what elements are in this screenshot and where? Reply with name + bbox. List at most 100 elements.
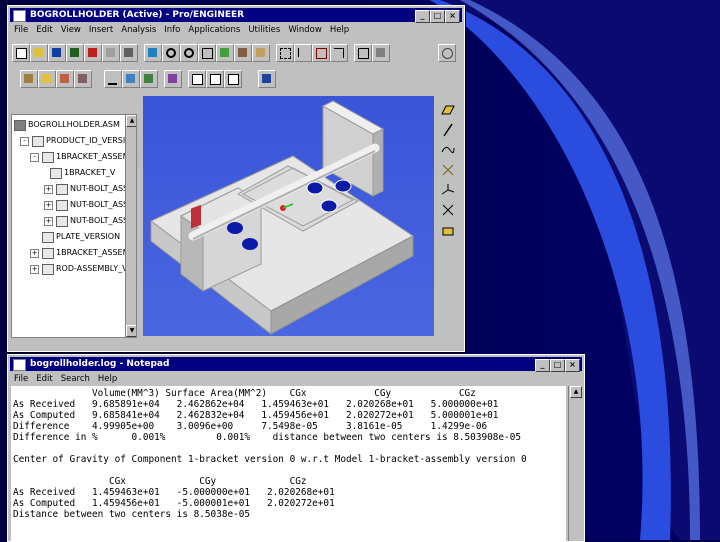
model-tree-icon[interactable] xyxy=(20,70,38,88)
tree-item[interactable]: - PRODUCT_ID_VERSION xyxy=(20,133,136,149)
datum-axes-icon[interactable] xyxy=(294,44,312,62)
window-tile-icon[interactable] xyxy=(188,70,206,88)
new-file-icon[interactable] xyxy=(12,44,30,62)
wireframe-icon[interactable] xyxy=(354,44,372,62)
orient-icon[interactable] xyxy=(216,44,234,62)
datum-planes-icon[interactable] xyxy=(276,44,294,62)
coord-sys-icon[interactable] xyxy=(330,44,348,62)
datum-point-tool-icon[interactable] xyxy=(440,162,456,178)
window-title: BOGROLLHOLDER (Active) - Pro/ENGINEER xyxy=(30,10,245,20)
notepad-menubar: File Edit Search Help xyxy=(10,373,582,386)
measure-icon[interactable] xyxy=(104,70,122,88)
menu-edit[interactable]: Edit xyxy=(32,373,56,386)
window-close-icon[interactable] xyxy=(224,70,242,88)
datum-curve-tool-icon[interactable] xyxy=(440,142,456,158)
refit-icon[interactable] xyxy=(198,44,216,62)
log-line: Difference in % 0.001% 0.001% distance b… xyxy=(13,432,521,443)
print-icon[interactable] xyxy=(120,44,138,62)
notepad-scrollbar[interactable]: ▲ xyxy=(568,386,582,541)
search-tool-icon[interactable] xyxy=(122,70,140,88)
log-line: As Received 9.685891e+04 2.462862e+04 1.… xyxy=(13,399,499,410)
window-check-icon[interactable] xyxy=(206,70,224,88)
sketch-tool-icon[interactable] xyxy=(440,222,456,238)
app-icon xyxy=(13,10,26,22)
open-folder-icon[interactable] xyxy=(30,44,48,62)
notepad-window: bogrollholder.log - Notepad _ □ × File Ed… xyxy=(7,354,585,542)
saved-views-icon[interactable] xyxy=(234,44,252,62)
menu-help[interactable]: Help xyxy=(326,24,353,37)
log-line: CGx CGy CGz xyxy=(13,476,307,487)
menu-search[interactable]: Search xyxy=(57,373,94,386)
menu-info[interactable]: Info xyxy=(160,24,184,37)
repaint-icon[interactable] xyxy=(144,44,162,62)
maximize-button[interactable]: □ xyxy=(550,359,565,372)
erase-icon[interactable] xyxy=(102,44,120,62)
collapse-icon[interactable]: - xyxy=(30,153,39,162)
feature-icon[interactable] xyxy=(56,70,74,88)
expand-icon[interactable]: + xyxy=(44,185,53,194)
collapse-icon[interactable]: - xyxy=(20,137,29,146)
shading-icon[interactable] xyxy=(372,44,390,62)
datum-points-icon[interactable] xyxy=(312,44,330,62)
context-help-icon[interactable] xyxy=(438,44,456,62)
pattern-icon[interactable] xyxy=(74,70,92,88)
menu-insert[interactable]: Insert xyxy=(85,24,117,37)
close-window-icon[interactable] xyxy=(84,44,102,62)
tree-scrollbar[interactable]: ▲ ▼ xyxy=(125,115,136,337)
network-icon[interactable] xyxy=(164,70,182,88)
notepad-text-area[interactable]: Volume(MM^3) Surface Area(MM^2) CGx CGy … xyxy=(11,386,566,541)
scroll-down-icon[interactable]: ▼ xyxy=(126,325,136,337)
toolbar-features xyxy=(437,98,459,252)
maximize-button[interactable]: □ xyxy=(430,10,445,23)
menu-help[interactable]: Help xyxy=(94,373,121,386)
model-tree: BOGROLLHOLDER.ASM - PRODUCT_ID_VERSION -1… xyxy=(11,114,137,338)
datum-axis-tool-icon[interactable] xyxy=(440,122,456,138)
graphics-viewport[interactable] xyxy=(143,96,434,336)
menu-analysis[interactable]: Analysis xyxy=(117,24,160,37)
regenerate-icon[interactable] xyxy=(38,70,56,88)
expand-icon[interactable]: + xyxy=(44,217,53,226)
tree-item[interactable]: 1BRACKET_V xyxy=(50,165,115,181)
log-line: As Computed 1.459456e+01 -5.000001e+01 2… xyxy=(13,498,335,509)
close-button[interactable]: × xyxy=(445,10,460,23)
tree-item[interactable]: + ROD-ASSEMBLY_V xyxy=(30,261,128,277)
scroll-up-icon[interactable]: ▲ xyxy=(126,115,136,127)
menu-view[interactable]: View xyxy=(57,24,85,37)
log-line: Volume(MM^3) Surface Area(MM^2) CGx CGy … xyxy=(13,388,476,399)
save-copy-icon[interactable] xyxy=(66,44,84,62)
zoom-in-icon[interactable] xyxy=(162,44,180,62)
tree-item[interactable]: +1BRACKET_ASSEMBLY xyxy=(30,245,136,261)
minimize-button[interactable]: _ xyxy=(415,10,430,23)
notepad-title: bogrollholder.log - Notepad xyxy=(30,359,170,369)
relations-icon[interactable] xyxy=(140,70,158,88)
what-is-this-icon[interactable] xyxy=(258,70,276,88)
datum-plane-tool-icon[interactable] xyxy=(440,102,456,118)
proe-window: BOGROLLHOLDER (Active) - Pro/ENGINEER _ … xyxy=(7,5,465,352)
close-button[interactable]: × xyxy=(565,359,580,372)
expand-icon[interactable]: + xyxy=(30,265,39,274)
tree-item-root[interactable]: BOGROLLHOLDER.ASM xyxy=(14,117,120,133)
tree-item[interactable]: + NUT-BOLT_ASSY xyxy=(44,197,133,213)
tree-item[interactable]: PLATE_VERSION xyxy=(42,229,120,245)
tree-item[interactable]: -1BRACKET_ASSEMBLY xyxy=(30,149,136,165)
menu-edit[interactable]: Edit xyxy=(32,24,56,37)
menu-utilities[interactable]: Utilities xyxy=(244,24,284,37)
tree-item[interactable]: + NUT-BOLT_ASSY xyxy=(44,213,133,229)
expand-icon[interactable]: + xyxy=(44,201,53,210)
log-line: Distance between two centers is 8.5038e-… xyxy=(13,509,251,520)
tree-item[interactable]: + NUT-BOLT_ASSY xyxy=(44,181,133,197)
analysis-tool-icon[interactable] xyxy=(440,202,456,218)
menu-applications[interactable]: Applications xyxy=(184,24,244,37)
expand-icon[interactable]: + xyxy=(30,249,39,258)
toolbar-secondary xyxy=(10,70,460,94)
scroll-up-icon[interactable]: ▲ xyxy=(570,386,582,398)
zoom-out-icon[interactable] xyxy=(180,44,198,62)
menu-window[interactable]: Window xyxy=(284,24,326,37)
layers-icon[interactable] xyxy=(252,44,270,62)
minimize-button[interactable]: _ xyxy=(535,359,550,372)
save-icon[interactable] xyxy=(48,44,66,62)
log-line: Center of Gravity of Component 1-bracket… xyxy=(13,454,527,465)
menu-file[interactable]: File xyxy=(10,373,32,386)
menu-file[interactable]: File xyxy=(10,24,32,37)
coord-system-tool-icon[interactable] xyxy=(440,182,456,198)
